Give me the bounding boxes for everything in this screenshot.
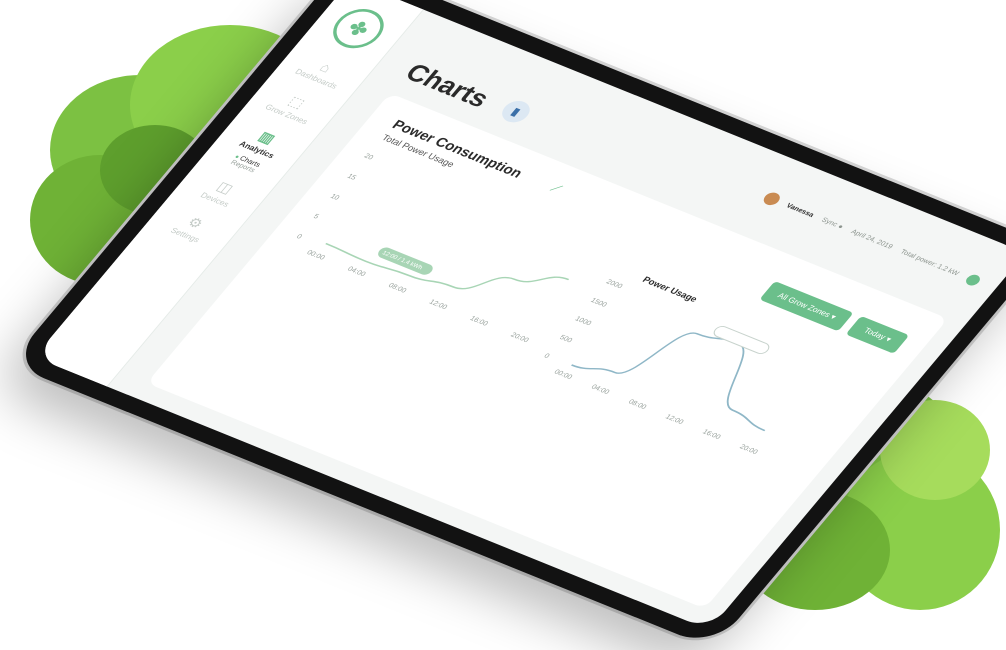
total-power-chart: 20 15 10 5 0 00:00 04:00 08:00 12:00 16:00 20:00 12… — [271, 147, 610, 361]
y-tick-label: 500 — [558, 334, 574, 345]
x-tick-label: 08:00 — [627, 398, 648, 411]
y-tick-label: 20 — [362, 152, 374, 161]
chart-title: Power Usage — [641, 275, 700, 304]
tablet-device: ✤ ⌂ Dashboards ⬚ Grow Zones ▥ Analytics … — [8, 0, 1006, 649]
x-tick-label: 08:00 — [387, 282, 408, 295]
y-tick-label: 0 — [295, 233, 304, 241]
series-line — [571, 332, 766, 432]
leaf-logo-icon[interactable]: ✤ — [323, 2, 394, 55]
x-tick-label: 20:00 — [509, 331, 530, 344]
y-tick-label: 10 — [329, 192, 341, 201]
tooltip-box — [713, 325, 770, 354]
x-tick-label: 00:00 — [305, 249, 326, 262]
x-tick-label: 12:00 — [664, 413, 685, 426]
series-line — [325, 242, 570, 290]
x-tick-label: 16:00 — [701, 428, 722, 441]
x-tick-label: 00:00 — [552, 368, 573, 381]
trend-icon: ⟋ — [547, 181, 565, 196]
sync-status: Sync ● — [820, 216, 845, 231]
y-tick-label: 1500 — [589, 297, 609, 309]
x-tick-label: 04:00 — [590, 383, 611, 396]
user-name[interactable]: Vanessa — [785, 202, 816, 218]
date-range-dropdown[interactable]: Today — [845, 315, 910, 354]
y-tick-label: 5 — [312, 213, 321, 221]
total-power-chart-svg: 2015105000:0004:0008:0012:0016:0020:0012… — [295, 152, 570, 344]
current-date: April 24, 2019 — [849, 228, 895, 251]
notification-icon[interactable] — [963, 273, 983, 288]
y-tick-label: 15 — [346, 172, 358, 181]
x-tick-label: 20:00 — [738, 443, 759, 456]
avatar[interactable] — [760, 190, 783, 207]
app-screen: ✤ ⌂ Dashboards ⬚ Grow Zones ▥ Analytics … — [34, 0, 1006, 630]
y-tick-label: 2000 — [604, 278, 624, 290]
x-tick-label: 16:00 — [468, 315, 489, 328]
total-power: Total power: 1.2 kW — [898, 248, 961, 277]
bar-chart-icon: ▮ — [496, 97, 536, 126]
x-tick-label: 04:00 — [346, 265, 367, 278]
main-content: Charts ▮ Vanessa Sync ● April 24, 2019 T… — [107, 9, 1006, 629]
y-tick-label: 0 — [542, 352, 551, 360]
y-tick-label: 1000 — [573, 315, 593, 327]
x-tick-label: 12:00 — [427, 298, 448, 311]
